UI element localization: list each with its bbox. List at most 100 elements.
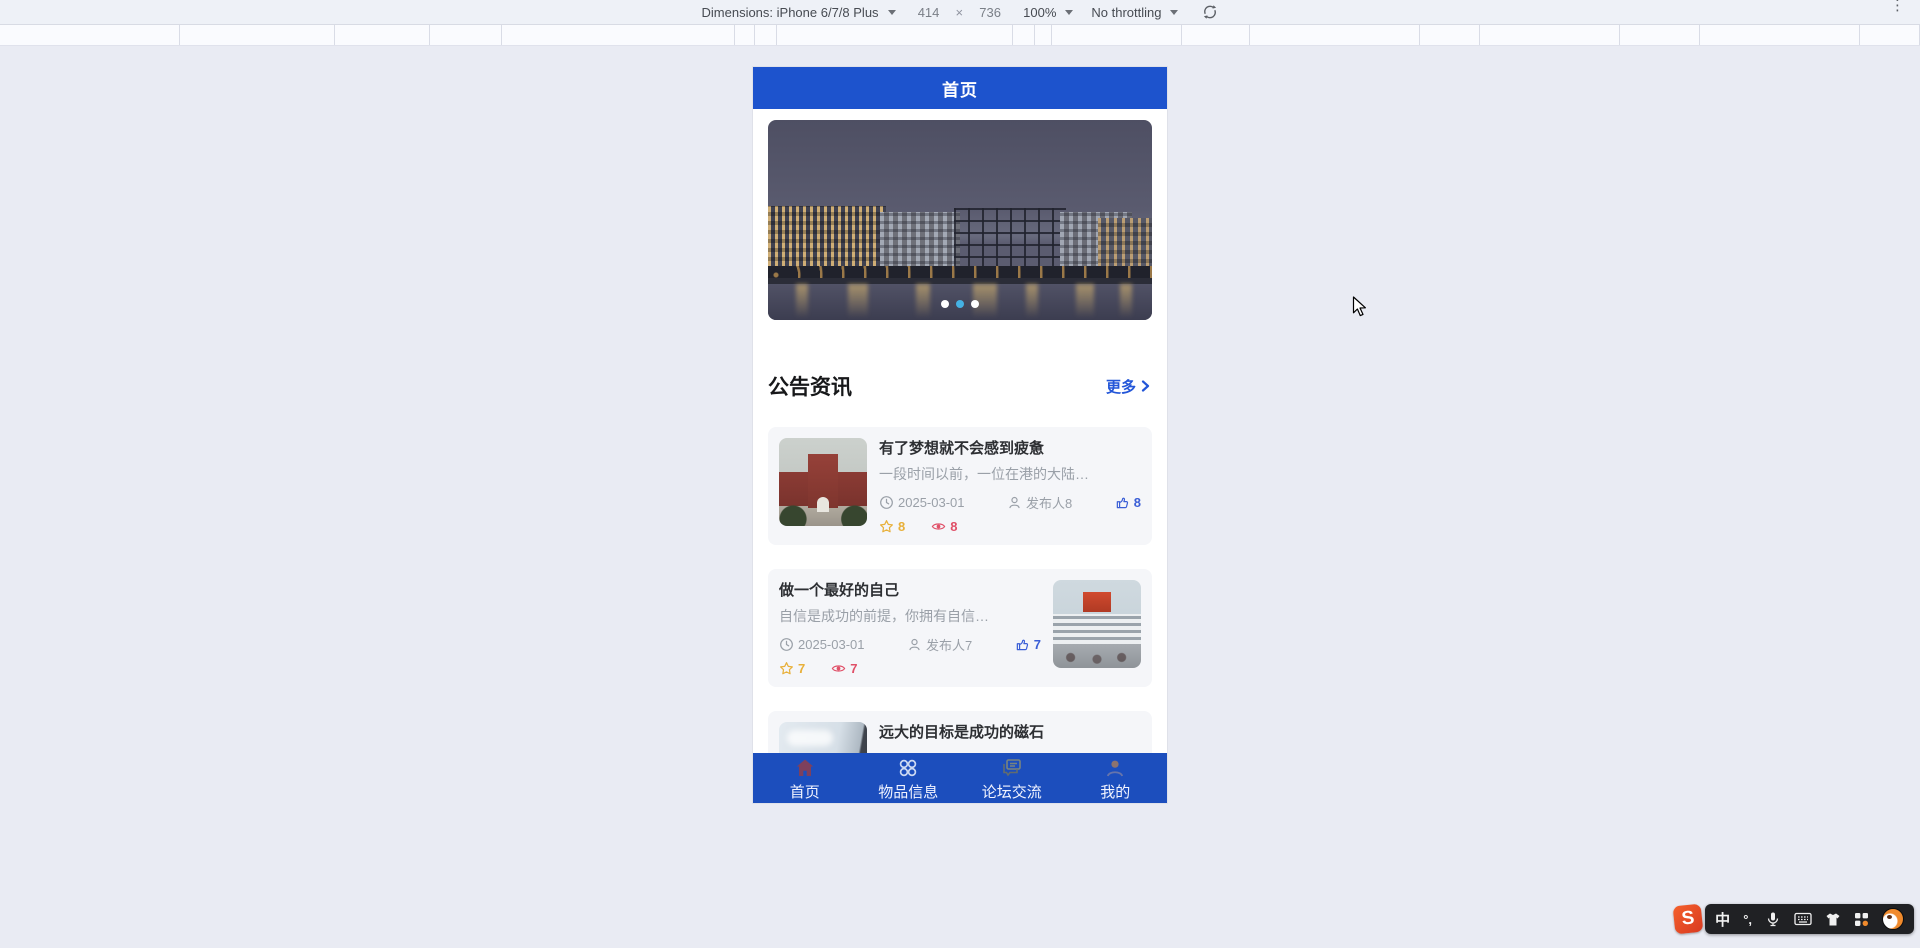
article-content: 有了梦想就不会感到疲惫一段时间以前，一位在港的大陆… 2025-03-01 发布人8… <box>879 438 1141 534</box>
more-options-icon[interactable]: ⋮ <box>1890 0 1905 13</box>
steel-frame-structure <box>954 208 1066 270</box>
ime-punctuation-toggle[interactable]: °, <box>1743 912 1752 927</box>
device-selector[interactable]: Dimensions: iPhone 6/7/8 Plus <box>702 5 896 20</box>
article-stats-row: 77 <box>779 661 1041 676</box>
star-icon <box>779 661 794 676</box>
article-title: 有了梦想就不会感到疲惫 <box>879 440 1045 457</box>
article-stats-row: 88 <box>879 519 1141 534</box>
strip-segment <box>502 25 735 45</box>
tab-首页[interactable]: 首页 <box>753 753 857 803</box>
article-title: 做一个最好的自己 <box>779 582 900 599</box>
height-input[interactable]: 736 <box>975 5 1005 20</box>
chevron-down-icon <box>1170 9 1179 15</box>
strip-segment <box>1480 25 1620 45</box>
keyboard-icon[interactable] <box>1794 912 1812 926</box>
bookmarks-strip <box>0 25 1920 46</box>
strip-segment <box>1620 25 1700 45</box>
view-count: 8 <box>931 519 957 534</box>
microphone-icon[interactable] <box>1765 911 1781 927</box>
throttling-value: No throttling <box>1091 4 1162 20</box>
strip-segment <box>1250 25 1420 45</box>
chevron-right-icon <box>1141 380 1150 392</box>
dimension-inputs: 414 × 736 <box>914 5 1006 20</box>
strip-segment <box>1420 25 1480 45</box>
home-icon <box>793 756 817 780</box>
strip-segment <box>1035 25 1052 45</box>
toolbox-icon[interactable] <box>1854 912 1869 927</box>
tab-物品信息[interactable]: 物品信息 <box>857 753 961 803</box>
campus-building <box>768 206 886 270</box>
sogou-logo-icon[interactable]: S <box>1672 903 1704 935</box>
width-input[interactable]: 414 <box>914 5 944 20</box>
profile-icon <box>1103 756 1127 780</box>
carousel-dot[interactable] <box>956 300 964 308</box>
eye-icon <box>931 519 946 534</box>
tab-论坛交流[interactable]: 论坛交流 <box>960 753 1064 803</box>
strip-segment <box>180 25 335 45</box>
zoom-selector[interactable]: 100% <box>1023 4 1074 20</box>
banner-carousel[interactable] <box>768 120 1152 320</box>
ime-language-toggle[interactable]: 中 <box>1715 909 1730 930</box>
article-meta-row: 2025-03-01 发布人7 7 <box>779 635 1041 654</box>
throttling-selector[interactable]: No throttling <box>1091 4 1179 20</box>
strip-segment <box>335 25 430 45</box>
strip-segment <box>1182 25 1250 45</box>
chevron-down-icon <box>887 9 896 15</box>
tab-label: 我的 <box>1100 784 1131 801</box>
ime-tray: 中 °, <box>1705 904 1914 934</box>
emoji-avatar-icon[interactable] <box>1882 908 1904 930</box>
thumbs-up-icon <box>1015 637 1030 652</box>
publish-date: 2025-03-01 <box>779 637 865 652</box>
clock-icon <box>779 637 794 652</box>
like-button[interactable]: 8 <box>1115 495 1141 510</box>
rotate-button[interactable] <box>1202 4 1218 20</box>
tab-我的[interactable]: 我的 <box>1064 753 1168 803</box>
article-card[interactable]: 做一个最好的自己 自信是成功的前提，你拥有自信… 2025-03-01 发布人7 7 7 7 <box>768 569 1152 687</box>
campus-building <box>880 212 960 272</box>
device-toolbar: Dimensions: iPhone 6/7/8 Plus 414 × 736 … <box>0 0 1920 25</box>
page-title: 首页 <box>942 80 978 100</box>
tab-label: 论坛交流 <box>981 784 1042 801</box>
zoom-value: 100% <box>1023 4 1057 20</box>
article-content: 做一个最好的自己 自信是成功的前提，你拥有自信… 2025-03-01 发布人7 7 7 7 <box>779 580 1041 676</box>
tab-label: 首页 <box>789 784 820 801</box>
favorite-button[interactable]: 8 <box>879 519 905 534</box>
carousel-dot[interactable] <box>971 300 979 308</box>
app-header: 首页 <box>753 67 1167 109</box>
bottom-tab-bar: 首页 物品信息 论坛交流 我的 <box>753 753 1167 803</box>
device-selector-label: Dimensions: iPhone 6/7/8 Plus <box>701 4 879 20</box>
publish-date: 2025-03-01 <box>879 495 965 510</box>
announcement-list: 有了梦想就不会感到疲惫一段时间以前，一位在港的大陆… 2025-03-01 发布人8… <box>753 427 1167 803</box>
article-excerpt: 一段时间以前，一位在港的大陆… <box>879 466 1089 482</box>
person-icon <box>1007 495 1022 510</box>
strip-segment <box>755 25 777 45</box>
strip-segment <box>1052 25 1182 45</box>
mouse-cursor <box>1352 296 1366 317</box>
publisher: 发布人8 <box>1007 493 1072 512</box>
person-icon <box>907 637 922 652</box>
campus-building <box>1098 218 1152 272</box>
forum-icon <box>1000 756 1024 780</box>
like-button[interactable]: 7 <box>1015 637 1041 652</box>
strip-segment <box>1700 25 1860 45</box>
strip-segment <box>0 25 180 45</box>
carousel-dot[interactable] <box>941 300 949 308</box>
more-link[interactable]: 更多 <box>1106 376 1152 397</box>
strip-segment <box>430 25 502 45</box>
favorite-button[interactable]: 7 <box>779 661 805 676</box>
article-title: 远大的目标是成功的磁石 <box>879 724 1045 741</box>
star-icon <box>879 519 894 534</box>
article-excerpt: 自信是成功的前提，你拥有自信… <box>779 608 989 624</box>
skin-theme-icon[interactable] <box>1825 912 1841 927</box>
eye-icon <box>831 661 846 676</box>
clock-icon <box>879 495 894 510</box>
chevron-down-icon <box>1065 9 1074 15</box>
strip-segment <box>735 25 755 45</box>
view-count: 7 <box>831 661 857 676</box>
strip-segment <box>777 25 1013 45</box>
thumbs-up-icon <box>1115 495 1130 510</box>
section-title: 公告资讯 <box>768 376 852 399</box>
ime-toolbar: S 中 °, <box>1672 903 1914 935</box>
grid-icon <box>896 756 920 780</box>
article-card[interactable]: 有了梦想就不会感到疲惫一段时间以前，一位在港的大陆… 2025-03-01 发布人8… <box>768 427 1152 545</box>
